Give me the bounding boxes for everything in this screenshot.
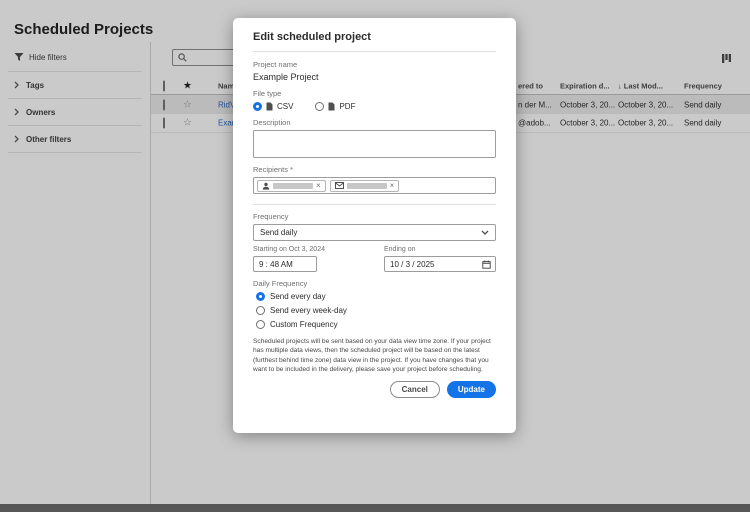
radio-unselected-icon <box>256 306 265 315</box>
recipients-label: Recipients * <box>253 165 294 174</box>
redacted-recipient-name <box>273 182 313 189</box>
description-textarea[interactable] <box>253 130 496 158</box>
frequency-label: Frequency <box>253 212 289 221</box>
ending-on-label: Ending on <box>384 246 416 253</box>
calendar-icon[interactable] <box>482 259 491 269</box>
redacted-recipient-email <box>346 182 387 189</box>
start-time-value: 9 : 48 AM <box>259 259 293 269</box>
update-button[interactable]: Update <box>446 381 496 399</box>
daily-frequency-label: Daily Frequency <box>253 279 308 288</box>
daily-option-label: Send every day <box>270 292 326 301</box>
project-name-label: Project name <box>253 60 298 69</box>
end-date-value: 10 / 3 / 2025 <box>390 259 435 269</box>
file-type-option-label: PDF <box>339 102 356 111</box>
dialog-actions: Cancel Update <box>253 381 496 399</box>
start-time-input[interactable]: 9 : 48 AM <box>253 256 317 272</box>
chevron-down-icon <box>481 230 489 235</box>
radio-selected-icon <box>253 102 262 111</box>
dialog-title: Edit scheduled project <box>253 31 371 43</box>
schedule-range-row: Starting on Oct 3, 2024 9 : 48 AM Ending… <box>253 246 496 272</box>
file-type-option-label: CSV <box>277 102 294 111</box>
recipient-pill-email[interactable]: × <box>329 179 400 192</box>
project-name-value: Example Project <box>253 72 319 82</box>
starting-on-label: Starting on Oct 3, 2024 <box>253 246 325 253</box>
radio-unselected-icon <box>256 320 265 329</box>
divider <box>253 204 496 205</box>
daily-option-send-every-week-day[interactable]: Send every week-day <box>256 306 496 315</box>
description-label: Description <box>253 118 291 127</box>
daily-frequency-radio-group: Send every day Send every week-day Custo… <box>253 292 496 329</box>
document-icon <box>328 102 335 111</box>
file-type-label: File type <box>253 89 282 98</box>
frequency-selected-value: Send daily <box>260 228 298 237</box>
file-type-option-csv[interactable]: CSV <box>253 102 293 111</box>
timezone-note: Scheduled projects will be sent based on… <box>253 338 491 374</box>
remove-recipient-icon[interactable]: × <box>316 181 321 190</box>
frequency-select[interactable]: Send daily <box>253 224 496 241</box>
remove-recipient-icon[interactable]: × <box>390 181 395 190</box>
daily-option-label: Send every week-day <box>270 306 347 315</box>
person-icon <box>262 182 270 190</box>
envelope-icon <box>334 182 344 189</box>
recipient-pill-user[interactable]: × <box>257 179 326 192</box>
file-type-radio-group: CSV PDF <box>253 102 496 111</box>
document-icon <box>266 102 273 111</box>
edit-scheduled-project-dialog: Edit scheduled project Project name Exam… <box>233 18 516 433</box>
file-type-option-pdf[interactable]: PDF <box>315 102 355 111</box>
daily-option-send-every-day[interactable]: Send every day <box>256 292 496 301</box>
radio-unselected-icon <box>315 102 325 111</box>
end-date-input[interactable]: 10 / 3 / 2025 <box>384 256 496 272</box>
radio-selected-icon <box>256 292 265 301</box>
cancel-button[interactable]: Cancel <box>389 381 440 399</box>
daily-option-custom-frequency[interactable]: Custom Frequency <box>256 320 496 329</box>
recipients-field[interactable]: × × <box>253 177 496 194</box>
daily-option-label: Custom Frequency <box>270 320 338 329</box>
divider <box>253 51 496 52</box>
